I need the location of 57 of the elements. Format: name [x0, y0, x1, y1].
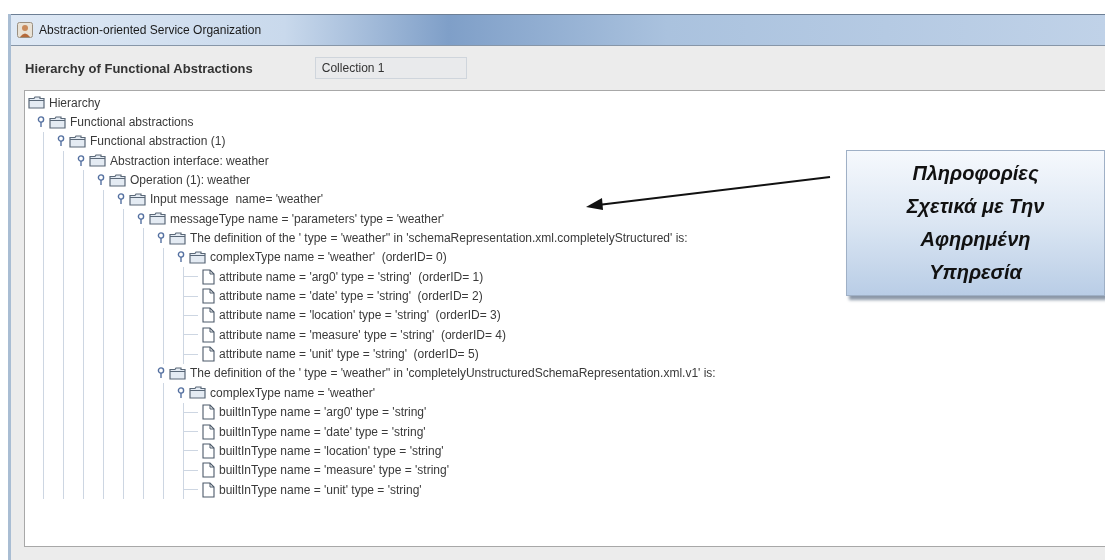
folder-icon	[169, 367, 186, 380]
expand-handle-icon[interactable]	[117, 193, 125, 206]
folder-icon	[28, 96, 45, 110]
folder-icon	[49, 115, 66, 129]
tree-item[interactable]: builtInType name = 'date' type = 'string'	[219, 424, 426, 439]
tree-item[interactable]: The definition of the ' type = 'weather'' in 'completelyUnstructuredSchemaRepresentation.xml.v1' is:	[190, 366, 716, 381]
tree-item[interactable]: Hierarchy	[49, 95, 101, 110]
section-title: Hierarchy of Functional Abstractions	[25, 60, 253, 76]
tree-item[interactable]: attribute name = 'measure' type = 'string' (orderID= 4)	[219, 327, 506, 342]
document-icon	[202, 404, 215, 421]
tree-item[interactable]: Input message name= 'weather'	[150, 192, 323, 207]
window-title: Abstraction-oriented Service Organization	[39, 23, 262, 37]
tree-item[interactable]: messageType name = 'parameters' type = 'weather'	[170, 211, 444, 226]
tree-item[interactable]: attribute name = 'date' type = 'string' (orderID= 2)	[219, 289, 483, 304]
tree-item[interactable]: builtInType name = 'unit' type = 'string'	[219, 482, 422, 497]
tree-item[interactable]: Functional abstraction (1)	[90, 134, 226, 149]
folder-icon	[189, 386, 206, 400]
expand-handle-icon[interactable]	[177, 251, 185, 264]
tree-item[interactable]: complexType name = 'weather' (orderID= 0)	[210, 250, 447, 265]
document-icon	[202, 442, 215, 459]
document-icon	[202, 346, 215, 363]
document-icon	[202, 462, 215, 479]
tree-item[interactable]: complexType name = 'weather'	[210, 385, 375, 400]
folder-icon	[149, 212, 166, 226]
expand-handle-icon[interactable]	[37, 116, 45, 128]
expand-handle-icon[interactable]	[77, 154, 85, 167]
tree-item[interactable]: builtInType name = 'arg0' type = 'string'	[219, 405, 427, 420]
tree-item[interactable]: Operation (1): weather	[130, 173, 251, 188]
document-icon	[202, 481, 215, 498]
expand-handle-icon[interactable]	[157, 232, 165, 245]
expand-handle-icon[interactable]	[137, 212, 145, 225]
document-icon	[202, 307, 215, 324]
folder-icon	[169, 231, 186, 245]
expand-handle-icon[interactable]	[57, 135, 65, 148]
folder-icon	[69, 134, 86, 148]
folder-icon	[109, 173, 126, 187]
tree-item[interactable]: attribute name = 'arg0' type = 'string' (orderID= 1)	[219, 269, 484, 284]
folder-icon	[129, 192, 146, 206]
folder-icon	[89, 154, 106, 168]
expand-handle-icon[interactable]	[97, 174, 105, 187]
expand-handle-icon[interactable]	[157, 367, 165, 380]
tree-item[interactable]: attribute name = 'unit' type = 'string' (orderID= 5)	[219, 347, 479, 362]
collection-field[interactable]: Collection 1	[314, 57, 467, 79]
tree-item[interactable]: builtInType name = 'measure' type = 'string'	[219, 463, 449, 478]
expand-handle-icon[interactable]	[177, 386, 185, 399]
document-icon	[202, 288, 215, 305]
app-icon	[17, 22, 33, 38]
callout-text: Πληροφορίες Σχετικά με Την Αφηρημένη Υπηρεσία	[905, 161, 1046, 285]
document-icon	[202, 326, 215, 343]
tree-item[interactable]: builtInType name = 'location' type = 'string'	[219, 443, 444, 458]
tree-item[interactable]: attribute name = 'location' type = 'string' (orderID= 3)	[219, 308, 501, 323]
folder-icon	[189, 250, 206, 264]
tree-item[interactable]: Functional abstractions	[70, 115, 194, 129]
document-icon	[202, 268, 215, 285]
document-icon	[202, 423, 215, 440]
tree-item[interactable]: The definition of the ' type = 'weather'' in 'schemaRepresentation.xml.completelyStructured' is:	[190, 231, 688, 246]
tree-item[interactable]: Abstraction interface: weather	[110, 153, 269, 168]
